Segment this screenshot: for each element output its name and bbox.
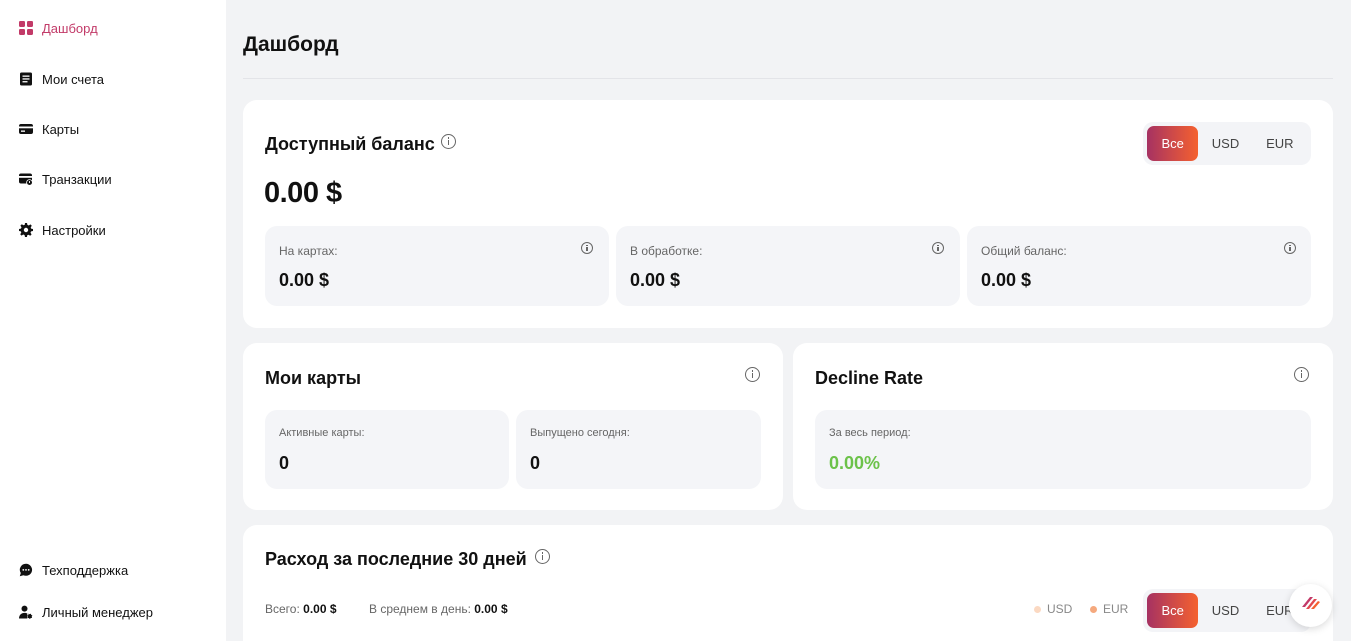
chat-icon [19, 563, 33, 577]
manager-icon [19, 605, 33, 619]
legend-label: USD [1047, 602, 1073, 616]
stat-label: Общий баланс: [981, 244, 1067, 258]
currency-tab-usd[interactable]: USD [1198, 126, 1252, 161]
info-icon[interactable] [535, 549, 550, 564]
stat-value: 0.00 $ [981, 270, 1032, 290]
info-icon[interactable] [1284, 242, 1296, 254]
sidebar-item-label: Личный менеджер [42, 604, 153, 620]
stat-label: Активные карты: [279, 427, 365, 439]
spend-title: Расход за последние 30 дней [265, 549, 527, 569]
spend-average-value: 0.00 $ [474, 602, 508, 616]
balance-title: Доступный баланс [265, 134, 435, 154]
card-icon [19, 122, 33, 136]
total-balance: 0.00 $ [264, 177, 342, 209]
balance-card: Доступный баланс Все USD EUR 0.00 $ На к… [243, 100, 1333, 328]
decline-rate-card: Decline Rate За весь период: 0.00% [793, 343, 1333, 510]
brand-logo-icon [1301, 595, 1321, 616]
stat-processing: В обработке: 0.00 $ [616, 226, 960, 306]
spend-total: Всего: 0.00 $ [265, 602, 337, 616]
main-content: Дашборд Доступный баланс Все USD EUR 0.0… [243, 0, 1333, 641]
sidebar-item-settings[interactable]: Настройки [19, 218, 106, 242]
sidebar-item-accounts[interactable]: Мои счета [19, 67, 104, 91]
balance-currency-switch: Все USD EUR [1143, 122, 1311, 165]
gear-icon [19, 223, 33, 237]
stat-label: За весь период: [829, 427, 911, 439]
stat-value: 0 [530, 453, 541, 473]
spend-total-value: 0.00 $ [303, 602, 337, 616]
my-cards-title: Мои карты [265, 368, 362, 388]
currency-tab-all[interactable]: Все [1147, 593, 1199, 628]
sidebar-item-cards[interactable]: Карты [19, 117, 79, 141]
sidebar-item-support[interactable]: Техподдержка [19, 558, 128, 582]
spend-average: В среднем в день: 0.00 $ [369, 602, 508, 616]
chat-widget-button[interactable] [1289, 584, 1332, 627]
info-icon[interactable] [1294, 367, 1309, 382]
my-cards-card: Мои карты Активные карты: 0 Выпущено сег… [243, 343, 783, 510]
sidebar-item-label: Мои счета [42, 71, 105, 87]
sidebar-item-label: Настройки [42, 222, 106, 238]
stat-label: На картах: [279, 244, 338, 258]
transactions-icon [19, 172, 33, 186]
stat-value: 0 [279, 453, 290, 473]
info-icon[interactable] [581, 242, 593, 254]
page-title: Дашборд [243, 33, 339, 56]
sidebar-item-label: Карты [42, 121, 80, 137]
legend-label: EUR [1103, 602, 1129, 616]
legend-dot [1034, 605, 1041, 613]
info-icon[interactable] [441, 134, 456, 149]
legend-usd: USD [1034, 602, 1072, 616]
legend-eur: EUR [1090, 602, 1128, 616]
sidebar-item-label: Транзакции [42, 171, 112, 187]
sidebar-item-transactions[interactable]: Транзакции [19, 167, 112, 191]
legend-dot [1090, 605, 1097, 613]
sidebar-item-dashboard[interactable]: Дашборд [19, 16, 98, 40]
currency-tab-usd[interactable]: USD [1198, 593, 1252, 628]
info-icon[interactable] [932, 242, 944, 254]
dashboard-icon [19, 21, 33, 35]
divider [243, 78, 1333, 79]
stat-label: В обработке: [630, 244, 703, 258]
decline-rate-title: Decline Rate [815, 368, 924, 388]
stat-value: 0.00% [829, 453, 881, 473]
currency-tab-all[interactable]: Все [1147, 126, 1199, 161]
accounts-icon [19, 72, 33, 86]
spend-currency-switch: Все USD EUR [1143, 589, 1311, 632]
sidebar-item-label: Техподдержка [42, 562, 129, 578]
spend-total-label: Всего: [265, 602, 300, 616]
currency-tab-eur[interactable]: EUR [1253, 126, 1307, 161]
stat-decline-period: За весь период: 0.00% [815, 410, 1311, 489]
stat-value: 0.00 $ [279, 270, 330, 290]
spend-average-label: В среднем в день: [369, 602, 471, 616]
stat-value: 0.00 $ [630, 270, 681, 290]
spend-card: Расход за последние 30 дней Всего: 0.00 … [243, 525, 1333, 641]
sidebar-item-label: Дашборд [42, 20, 98, 36]
info-icon[interactable] [745, 367, 760, 382]
stat-overall: Общий баланс: 0.00 $ [967, 226, 1311, 306]
stat-issued-today: Выпущено сегодня: 0 [516, 410, 761, 489]
stat-active-cards: Активные карты: 0 [265, 410, 509, 489]
stat-on-cards: На картах: 0.00 $ [265, 226, 609, 306]
sidebar: Дашборд Мои счета Карты Транзакции Настр… [0, 0, 226, 641]
sidebar-item-manager[interactable]: Личный менеджер [19, 600, 153, 624]
stat-label: Выпущено сегодня: [530, 427, 630, 439]
